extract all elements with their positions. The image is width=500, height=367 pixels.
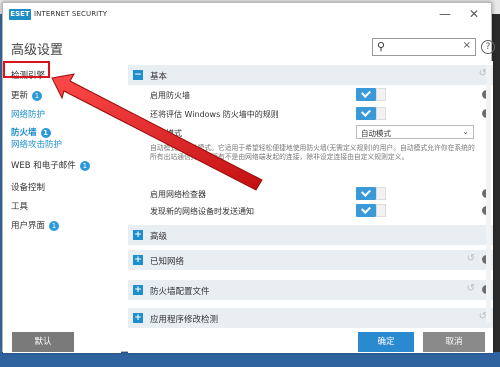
red-arrow-annotation	[51, 73, 263, 191]
arrow-shape	[51, 73, 263, 191]
